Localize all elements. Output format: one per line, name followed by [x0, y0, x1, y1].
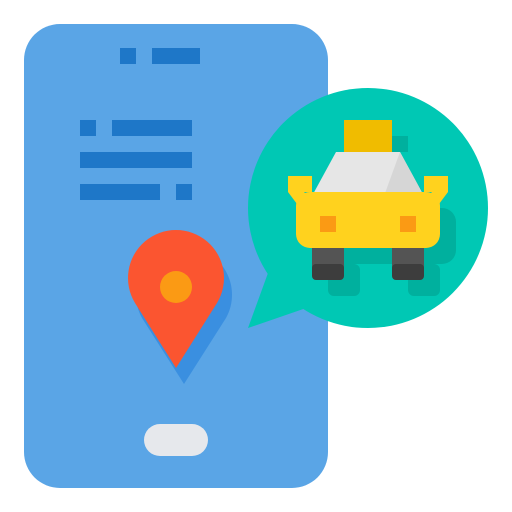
taxi-body: [296, 192, 440, 248]
taxi-wheel-right-bottom: [392, 264, 424, 280]
taxi-headlight-left: [320, 216, 336, 232]
taxi-wheel-left-bottom: [312, 264, 344, 280]
home-button: [144, 424, 208, 456]
phone-speaker-bar: [152, 48, 200, 64]
text-line-bullet: [80, 120, 96, 136]
map-pin-center: [160, 271, 192, 303]
illustration-canvas: [24, 24, 488, 488]
taxi-roof-sign: [344, 120, 392, 152]
taxi-headlight-right: [400, 216, 416, 232]
text-line-end-dot: [176, 184, 192, 200]
taxi-app-illustration: [0, 0, 512, 512]
phone-speaker-dot: [120, 48, 136, 64]
text-line-1: [112, 120, 192, 136]
text-line-2: [80, 152, 192, 168]
text-line-3: [80, 184, 160, 200]
